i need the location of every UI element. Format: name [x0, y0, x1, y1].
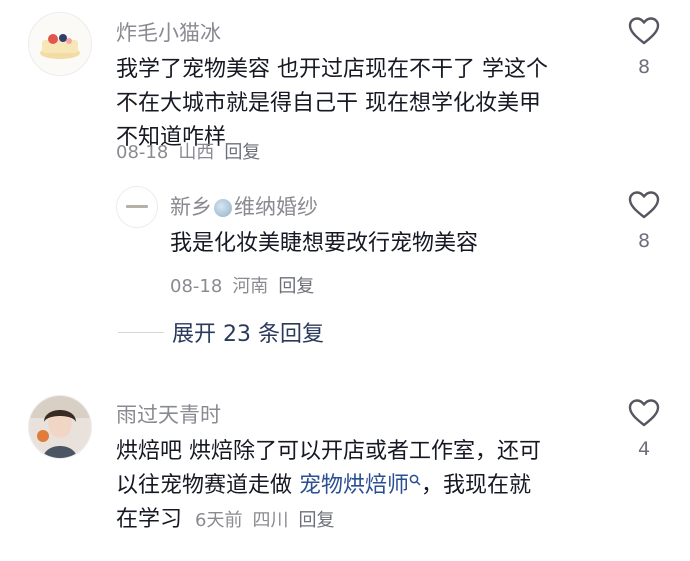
user-photo-icon — [29, 396, 91, 458]
search-icon[interactable] — [409, 474, 421, 486]
comment-location: 四川 — [252, 510, 289, 531]
comment-text-segment: 在学习 — [116, 507, 183, 532]
like-count: 4 — [637, 438, 651, 460]
comment-text-line: 在学习 6天前 四川 回复 — [116, 504, 541, 538]
comment-text-segment: 以往宠物赛道走做 — [116, 473, 293, 498]
comment-username[interactable]: 雨过天青时 — [116, 399, 221, 429]
comment-text: 烘焙吧 烘焙除了可以开店或者工作室，还可 以往宠物赛道走做 宠物烘焙师 ，我现在就… — [116, 436, 541, 538]
topic-link[interactable]: 宠物烘焙师 — [299, 473, 409, 498]
comment-date: 6天前 — [195, 510, 243, 531]
reply-button[interactable]: 回复 — [298, 510, 334, 531]
like-button[interactable]: 4 — [624, 398, 664, 460]
avatar[interactable] — [28, 395, 92, 459]
comment-text-line: 以往宠物赛道走做 宠物烘焙师 ，我现在就 — [116, 470, 541, 504]
comment-item: 雨过天青时 烘焙吧 烘焙除了可以开店或者工作室，还可 以往宠物赛道走做 宠物烘焙… — [0, 0, 690, 561]
comment-text-line: 烘焙吧 烘焙除了可以开店或者工作室，还可 — [116, 439, 541, 464]
comment-text-segment: ，我现在就 — [421, 473, 532, 498]
heart-icon[interactable] — [628, 398, 660, 428]
comment-meta: 6天前 四川 回复 — [195, 510, 344, 531]
